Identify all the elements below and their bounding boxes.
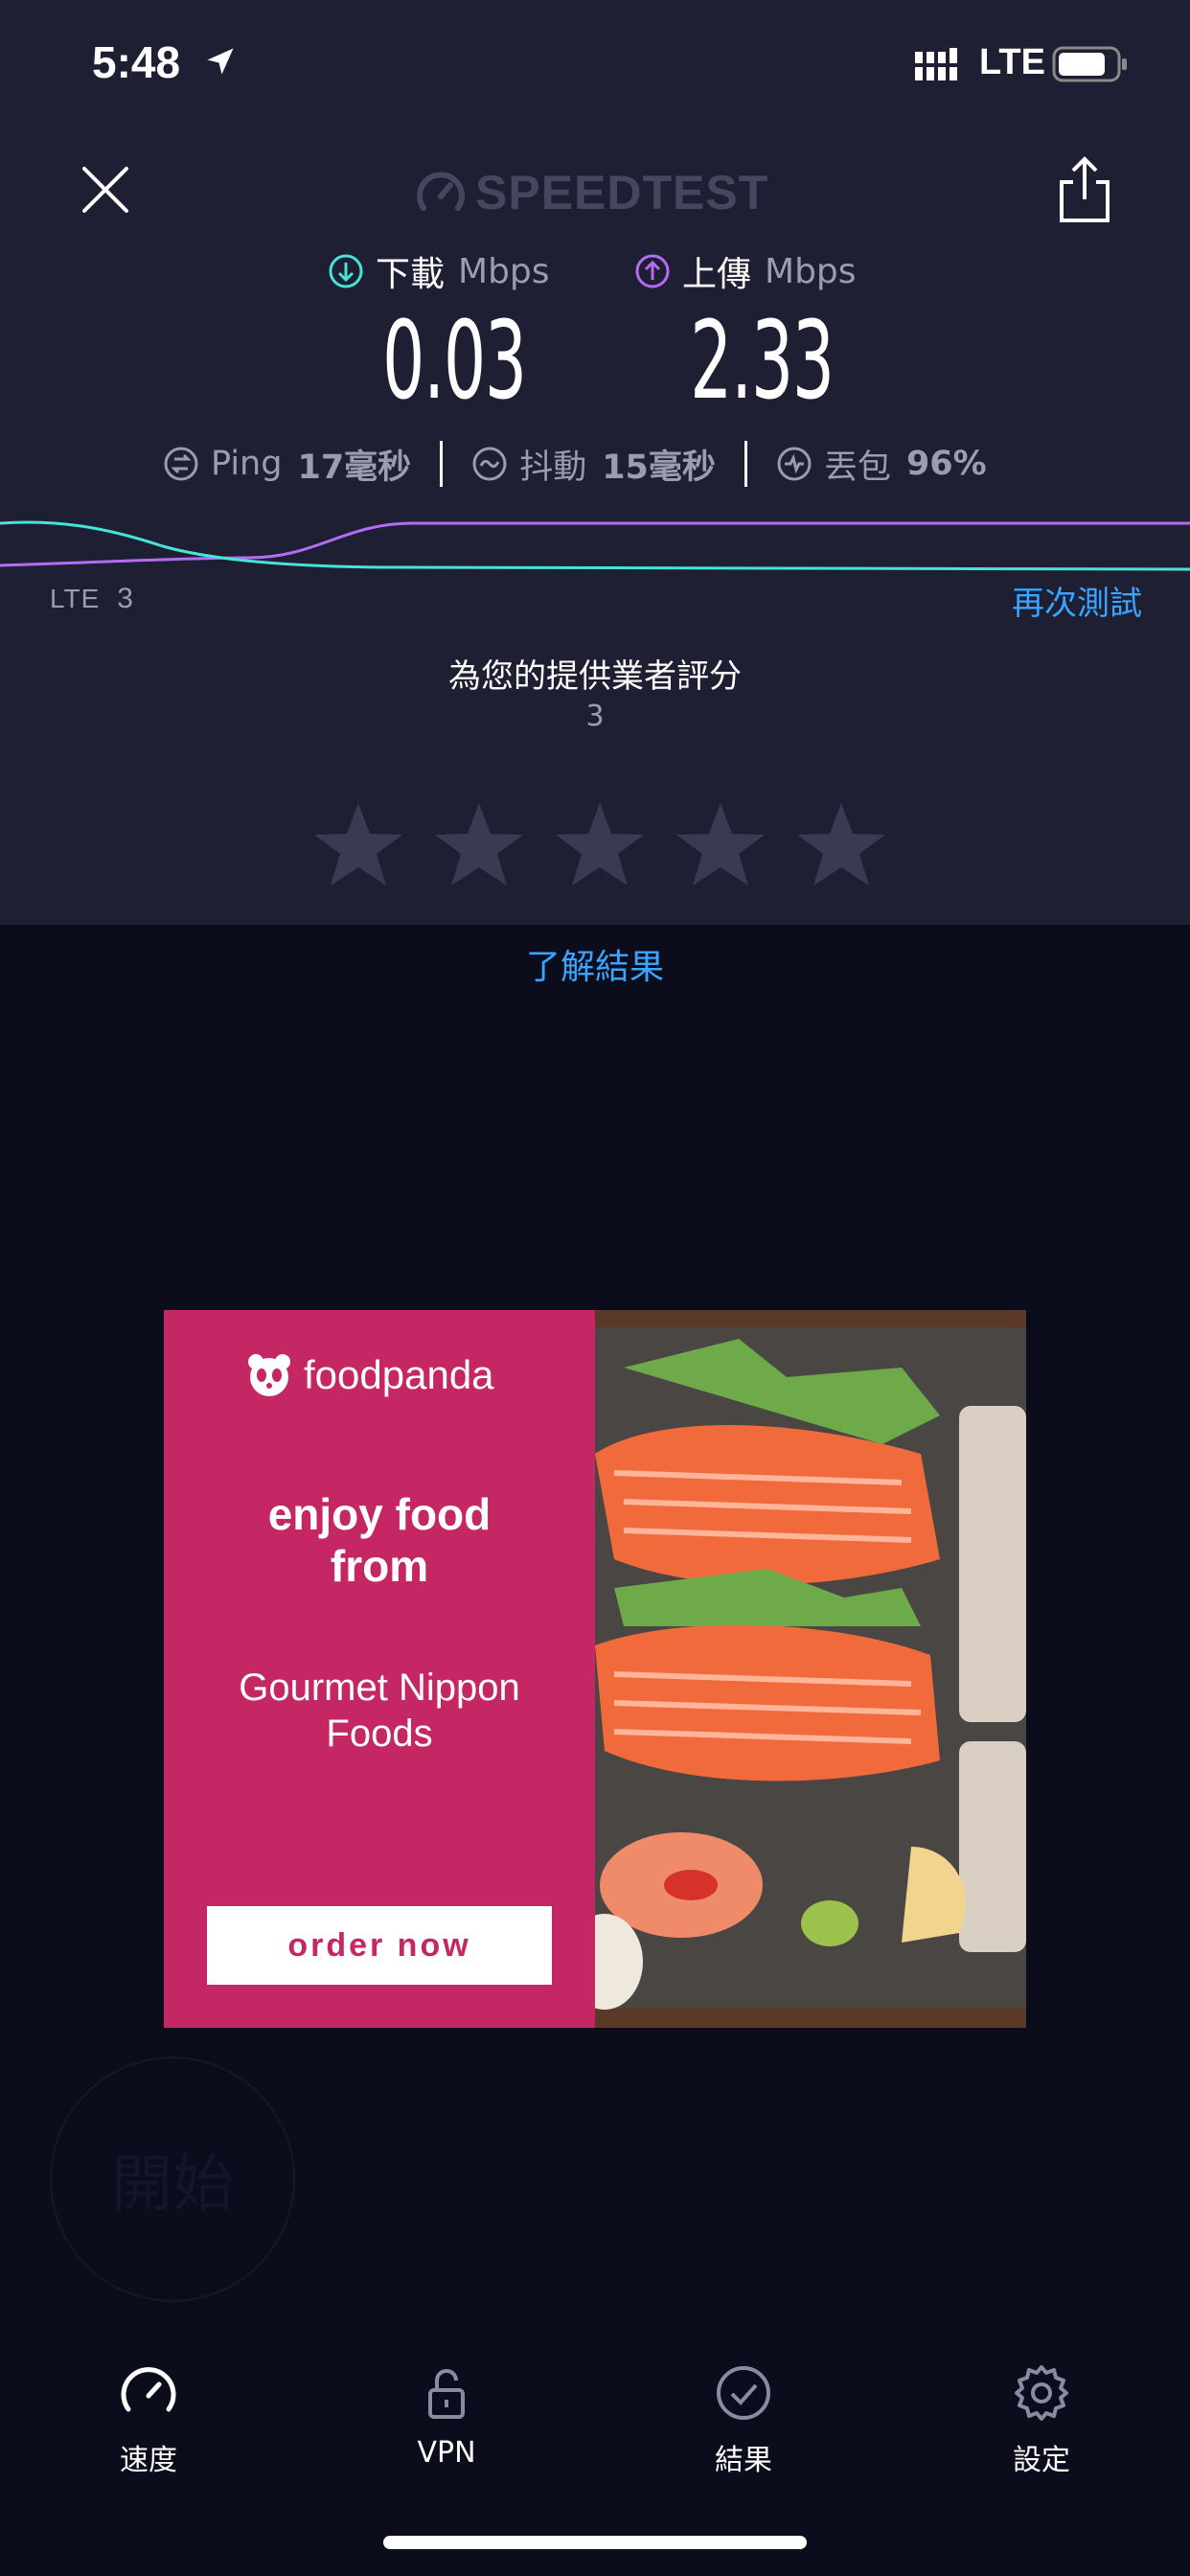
unlock-icon bbox=[428, 2369, 465, 2419]
ad-headline-line: enjoy food bbox=[267, 1489, 492, 1539]
sushi-photo bbox=[595, 1310, 1026, 2028]
jitter-icon bbox=[472, 447, 507, 481]
connection-info: LTE 3 bbox=[50, 583, 134, 615]
status-time: 5:48 bbox=[92, 37, 181, 87]
star-icon[interactable] bbox=[433, 799, 525, 891]
foodpanda-ad[interactable]: foodpanda enjoy food from Gourmet Nippon… bbox=[164, 1310, 1026, 2028]
battery-icon bbox=[1052, 46, 1127, 82]
share-icon[interactable] bbox=[1054, 155, 1115, 224]
speedtest-logo: SPEEDTEST bbox=[414, 159, 778, 226]
jitter-stat: 抖動 15毫秒 bbox=[471, 440, 716, 489]
download-graph-line bbox=[0, 520, 1190, 571]
loss-value: 96% bbox=[905, 445, 987, 483]
tab-label: 結果 bbox=[715, 2444, 772, 2477]
tab-label: 速度 bbox=[120, 2444, 177, 2477]
upload-label: 上傳 bbox=[682, 255, 752, 294]
ad-brand-name: foodpanda bbox=[304, 1352, 494, 1397]
latency-stats: Ping 17毫秒 抖動 15毫秒 丟包 96% bbox=[163, 435, 1025, 493]
star-icon[interactable] bbox=[675, 799, 767, 891]
ad-text-panel: foodpanda enjoy food from Gourmet Nippon… bbox=[164, 1310, 595, 2028]
order-now-button[interactable]: order now bbox=[207, 1906, 552, 1985]
speed-graph bbox=[0, 520, 1190, 571]
ping-label: Ping bbox=[211, 445, 283, 483]
star-icon[interactable] bbox=[554, 799, 646, 891]
jitter-label: 抖動 bbox=[519, 448, 587, 487]
download-unit: Mbps bbox=[458, 251, 550, 291]
ping-icon bbox=[164, 447, 198, 481]
gear-icon bbox=[1015, 2365, 1068, 2421]
tab-label: 設定 bbox=[1013, 2444, 1070, 2477]
ad-restaurant-line: Gourmet Nippon bbox=[239, 1667, 520, 1709]
download-label: 下載 bbox=[376, 255, 446, 294]
network-type: LTE bbox=[979, 42, 1045, 82]
ad-headline-line: from bbox=[330, 1541, 429, 1591]
packet-loss-icon bbox=[777, 447, 812, 481]
ad-restaurant-name: Gourmet Nippon Foods bbox=[164, 1665, 595, 1757]
tab-settings[interactable]: 設定 bbox=[955, 2348, 1128, 2492]
tab-results[interactable]: 結果 bbox=[657, 2348, 830, 2492]
jitter-value: 15毫秒 bbox=[602, 448, 716, 487]
speed-gauge-icon bbox=[121, 2367, 176, 2412]
logo-text: SPEEDTEST bbox=[475, 166, 769, 219]
start-button[interactable]: 開始 bbox=[50, 2057, 295, 2302]
stat-divider bbox=[744, 441, 747, 487]
home-indicator bbox=[383, 2536, 807, 2549]
ping-value: 17毫秒 bbox=[297, 448, 412, 487]
packet-loss-stat: 丟包 96% bbox=[776, 440, 987, 489]
rate-provider-title: 為您的提供業者評分 bbox=[448, 657, 742, 696]
check-circle-icon bbox=[717, 2366, 770, 2420]
ad-restaurant-line: Foods bbox=[326, 1713, 433, 1755]
loss-label: 丟包 bbox=[823, 448, 891, 487]
tab-bar: 速度 VPN 結果 設定 bbox=[0, 2348, 1190, 2501]
ping-stat: Ping 17毫秒 bbox=[163, 440, 411, 489]
rate-provider-subtitle: 3 bbox=[585, 700, 605, 733]
upload-arrow-icon bbox=[635, 254, 670, 288]
star-icon[interactable] bbox=[795, 799, 887, 891]
learn-results-link[interactable]: 了解結果 bbox=[0, 939, 1190, 989]
speedtest-gauge-icon bbox=[417, 172, 465, 211]
download-arrow-icon bbox=[329, 254, 363, 288]
connection-number: 3 bbox=[117, 583, 134, 614]
rating-stars bbox=[312, 799, 887, 895]
upload-heading: 上傳 Mbps bbox=[634, 247, 857, 295]
upload-speed-value: 2.33 bbox=[690, 299, 835, 424]
upload-graph-line bbox=[0, 521, 1190, 567]
upload-unit: Mbps bbox=[765, 251, 857, 291]
tab-label: VPN bbox=[417, 2436, 476, 2470]
close-icon[interactable] bbox=[77, 161, 134, 218]
download-speed-value: 0.03 bbox=[382, 299, 527, 424]
signal-strength-icon bbox=[915, 48, 957, 80]
ad-brand-logo: foodpanda bbox=[246, 1346, 494, 1404]
retest-link[interactable]: 再次測試 bbox=[1012, 577, 1142, 624]
tab-vpn[interactable]: VPN bbox=[360, 2348, 533, 2492]
connection-type: LTE bbox=[50, 584, 101, 613]
panda-icon bbox=[248, 1354, 290, 1396]
location-arrow-icon bbox=[207, 48, 234, 75]
download-heading: 下載 Mbps bbox=[328, 247, 550, 295]
stat-divider bbox=[440, 441, 444, 487]
star-icon[interactable] bbox=[312, 799, 404, 891]
ad-headline: enjoy food from bbox=[164, 1488, 595, 1592]
tab-speed[interactable]: 速度 bbox=[62, 2348, 235, 2492]
